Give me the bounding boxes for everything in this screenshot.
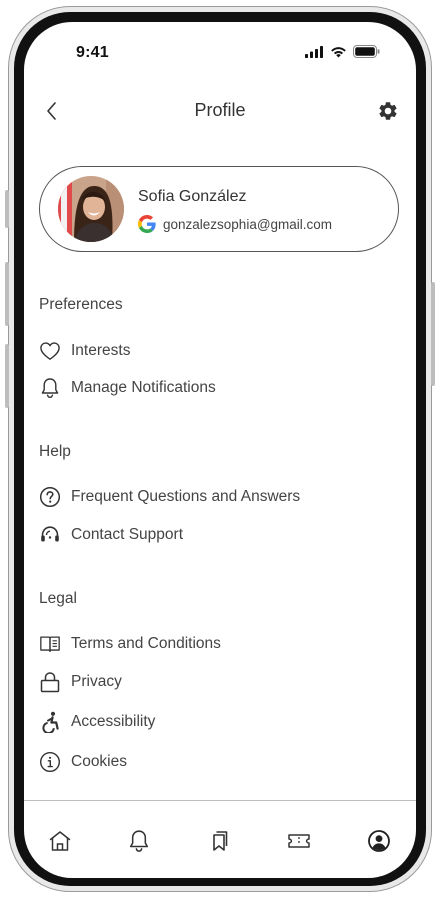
- menu-item-label: Cookies: [71, 753, 127, 770]
- lock-icon: [39, 671, 61, 693]
- menu-item-terms-and-conditions[interactable]: Terms and Conditions: [39, 629, 379, 659]
- section-title-legal: Legal: [39, 590, 77, 607]
- heart-icon: [39, 340, 61, 362]
- settings-button[interactable]: [376, 98, 400, 124]
- section-title-preferences: Preferences: [39, 296, 123, 313]
- bell-icon: [39, 377, 61, 399]
- cellular-signal-icon: [305, 45, 324, 58]
- profile-email: gonzalezsophia@gmail.com: [163, 216, 333, 232]
- google-logo-icon: [138, 215, 156, 233]
- tab-tickets[interactable]: [284, 826, 314, 856]
- menu-item-label: Interests: [71, 342, 131, 359]
- status-time: 9:41: [76, 44, 109, 61]
- question-circle-icon: [39, 486, 61, 508]
- tab-saved[interactable]: [204, 826, 234, 856]
- bookmarks-icon: [208, 830, 230, 852]
- ticket-icon: [287, 831, 311, 851]
- accessibility-icon: [39, 711, 61, 733]
- menu-item-label: Terms and Conditions: [71, 635, 221, 652]
- battery-icon: [353, 45, 380, 58]
- profile-email-row: gonzalezsophia@gmail.com: [138, 215, 332, 233]
- page-title: Profile: [194, 100, 246, 120]
- menu-item-label: Privacy: [71, 673, 122, 690]
- user-circle-icon: [367, 829, 391, 853]
- volume-down-button: [5, 344, 9, 408]
- menu-item-cookies[interactable]: Cookies: [39, 747, 379, 777]
- tab-notifications[interactable]: [124, 826, 154, 856]
- volume-up-button: [5, 262, 9, 326]
- tab-profile[interactable]: [364, 826, 394, 856]
- headset-icon: [39, 524, 61, 546]
- menu-item-label: Manage Notifications: [71, 379, 216, 396]
- profile-card[interactable]: Sofia González gonzalezsophia@gmail.com: [39, 166, 399, 252]
- menu-item-accessibility[interactable]: Accessibility: [39, 707, 379, 737]
- section-title-help: Help: [39, 443, 71, 460]
- status-icons: [305, 45, 380, 58]
- wifi-icon: [330, 46, 347, 58]
- menu-item-label: Accessibility: [71, 713, 156, 730]
- book-open-icon: [39, 633, 61, 655]
- home-icon: [48, 830, 72, 852]
- menu-item-label: Frequent Questions and Answers: [71, 488, 301, 505]
- power-button: [431, 282, 435, 386]
- tab-bar-divider: [24, 800, 416, 801]
- bell-icon: [128, 829, 150, 853]
- menu-item-label: Contact Support: [71, 526, 184, 543]
- tab-home[interactable]: [45, 826, 75, 856]
- menu-item-interests[interactable]: Interests: [39, 336, 379, 366]
- gear-icon: [377, 100, 399, 122]
- menu-item-privacy[interactable]: Privacy: [39, 667, 379, 697]
- menu-item-frequent-questions[interactable]: Frequent Questions and Answers: [39, 482, 379, 512]
- info-circle-icon: [39, 751, 61, 773]
- screen: 9:41 Profile Sofia González gonzalezsoph…: [24, 22, 416, 878]
- menu-item-contact-support[interactable]: Contact Support: [39, 520, 379, 550]
- profile-name: Sofia González: [138, 188, 247, 205]
- mute-switch: [5, 190, 9, 228]
- avatar: [58, 176, 124, 242]
- menu-item-manage-notifications[interactable]: Manage Notifications: [39, 373, 379, 403]
